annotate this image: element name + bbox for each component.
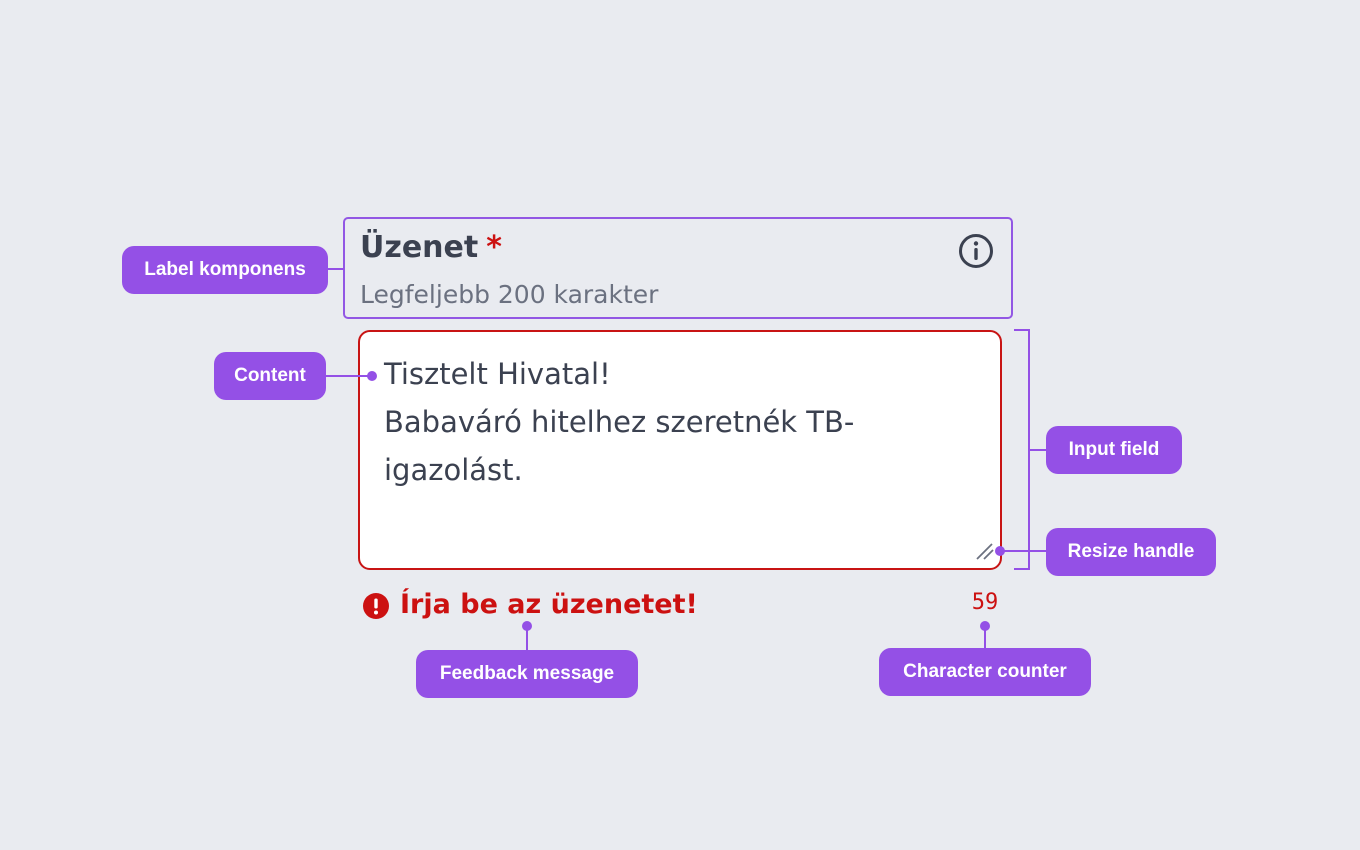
textarea-content[interactable]: Tisztelt Hivatal! Babaváró hitelhez szer… (384, 350, 944, 494)
character-counter: 59 (971, 590, 999, 615)
content-line: Tisztelt Hivatal! (384, 357, 611, 391)
resize-handle-icon[interactable] (974, 540, 996, 562)
error-icon (363, 593, 389, 619)
callout-feedback-message: Feedback message (416, 650, 638, 698)
feedback-message: Írja be az üzenetet! (400, 589, 698, 620)
callout-content: Content (214, 352, 326, 400)
callout-input-field: Input field (1046, 426, 1182, 474)
field-hint: Legfeljebb 200 karakter (360, 280, 659, 309)
connector-line (328, 268, 344, 270)
callout-character-counter: Character counter (879, 648, 1091, 696)
callout-resize-handle: Resize handle (1046, 528, 1216, 576)
required-marker: * (486, 230, 502, 265)
connector-line (1000, 550, 1048, 552)
info-icon[interactable] (957, 232, 995, 270)
field-label-text: Üzenet (360, 230, 479, 265)
connector-dot (367, 371, 377, 381)
bracket-bottom (1014, 568, 1030, 570)
content-line: igazolást. (384, 453, 523, 487)
callout-label-component: Label komponens (122, 246, 328, 294)
field-label: Üzenet * (360, 230, 502, 265)
connector-line (526, 626, 528, 651)
connector-line (1028, 449, 1048, 451)
content-line: Babaváró hitelhez szeretnék TB- (384, 405, 855, 439)
connector-line (984, 626, 986, 648)
connector-line (326, 375, 370, 377)
